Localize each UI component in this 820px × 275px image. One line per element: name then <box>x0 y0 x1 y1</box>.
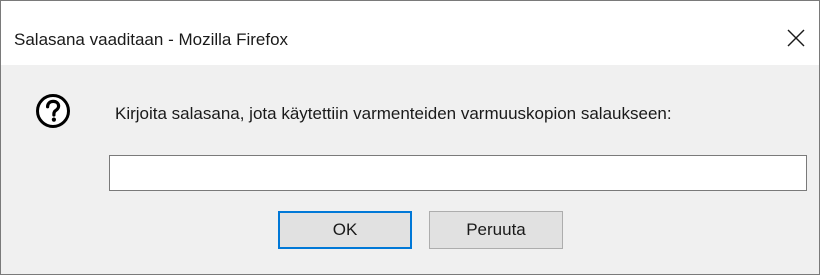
dialog-window: Salasana vaaditaan - Mozilla Firefox Kir… <box>0 0 820 275</box>
window-title: Salasana vaaditaan - Mozilla Firefox <box>14 30 289 49</box>
password-input[interactable] <box>109 155 807 191</box>
close-button[interactable] <box>773 19 819 57</box>
close-icon <box>787 29 805 47</box>
prompt-label: Kirjoita salasana, jota käytettiin varme… <box>115 104 672 123</box>
question-icon <box>36 94 70 128</box>
ok-button[interactable]: OK <box>278 211 412 249</box>
cancel-button[interactable]: Peruuta <box>429 211 563 249</box>
title-bar: Salasana vaaditaan - Mozilla Firefox <box>1 1 819 65</box>
